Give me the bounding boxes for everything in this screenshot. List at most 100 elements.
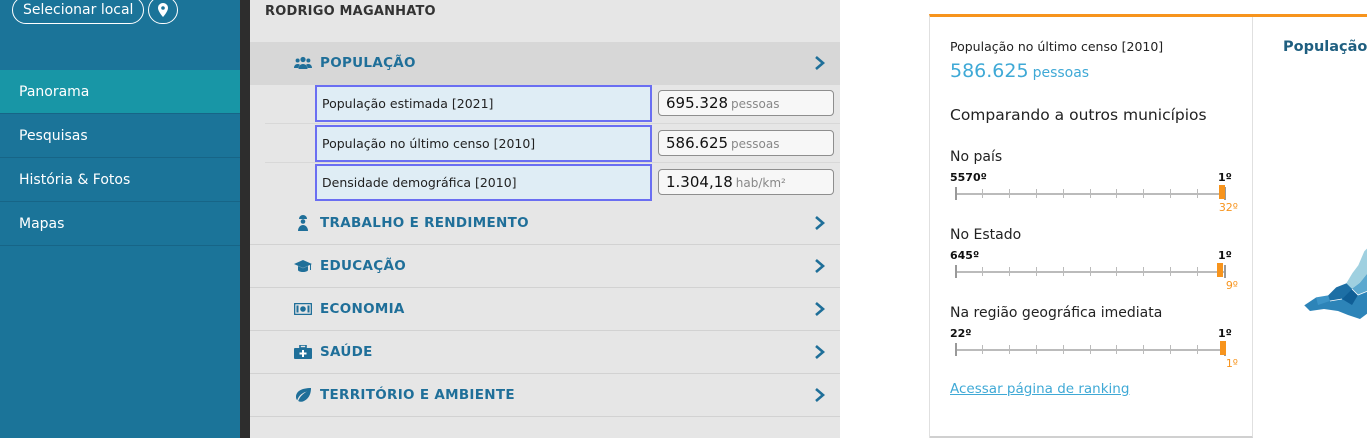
scale-tick — [1090, 189, 1091, 198]
ranking-min: 22º — [950, 327, 972, 340]
scale-tick — [955, 343, 957, 356]
scale-tick — [1063, 189, 1064, 198]
municipality-name: RODRIGO MAGANHATO — [265, 4, 436, 19]
scale-tick — [955, 187, 957, 200]
section-label: TERRITÓRIO E AMBIENTE — [320, 387, 515, 403]
nav-item-pesquisas[interactable]: Pesquisas — [0, 114, 240, 158]
indicator-unit: pessoas — [731, 137, 780, 151]
chevron-right-icon — [815, 302, 825, 316]
ranking-region: Na região geográfica imediata 22º 1º 1º — [950, 305, 1250, 375]
scale-tick — [982, 189, 983, 198]
indicator-value-field: 695.328 pessoas — [658, 90, 834, 116]
indicator-value: 1.304,18 — [666, 173, 733, 191]
population-row: População no último censo [2010] 586.625… — [265, 123, 840, 162]
ranking-max: 1º — [1218, 171, 1232, 184]
scale-tick — [1197, 267, 1198, 276]
indicator-unit: hab/km² — [735, 176, 786, 190]
ranking-position: 32º — [1218, 201, 1238, 214]
scale-tick — [955, 265, 957, 278]
section-educacao[interactable]: EDUCAÇÃO — [250, 245, 840, 288]
scale-tick — [1170, 345, 1171, 354]
ranking-marker — [1220, 341, 1226, 355]
indicator-value-field: 586.625 pessoas — [658, 130, 834, 156]
scale-tick — [1009, 189, 1010, 198]
ranking-label: Na região geográfica imediata — [950, 305, 1163, 321]
scale-tick — [1116, 189, 1117, 198]
map-title: População — [1283, 39, 1367, 55]
section-populacao[interactable]: POPULAÇÃO — [250, 42, 840, 85]
ranking-scale — [955, 341, 1226, 356]
ranking-marker — [1219, 185, 1225, 199]
ranking-position: 1º — [1225, 357, 1238, 370]
ranking-position: 9º — [1225, 279, 1238, 292]
ranking-panel: População no último censo [2010] 586.625… — [930, 17, 1253, 438]
indicator-label[interactable]: População estimada [2021] — [315, 85, 652, 122]
section-territorio-ambiente[interactable]: TERRITÓRIO E AMBIENTE — [250, 374, 840, 417]
indicator-label[interactable]: População no último censo [2010] — [315, 125, 652, 162]
ranking-label: No Estado — [950, 227, 1022, 243]
population-row: Densidade demográfica [2010] 1.304,18 hab… — [265, 162, 840, 201]
indicator-unit: pessoas — [731, 97, 780, 111]
leaf-icon — [294, 386, 312, 404]
ranking-label: No país — [950, 149, 1003, 165]
section-label: EDUCAÇÃO — [320, 258, 406, 274]
chevron-right-icon — [815, 259, 825, 273]
section-economia[interactable]: ECONOMIA — [250, 288, 840, 331]
indicator-value: 586.625 — [666, 134, 729, 152]
sidebar: Selecionar local Panorama Pesquisas Hist… — [0, 0, 240, 438]
indicator-value: 695.328 — [666, 94, 729, 112]
scale-tick — [1090, 267, 1091, 276]
scale-tick — [1116, 267, 1117, 276]
divider — [240, 0, 250, 438]
section-label: POPULAÇÃO — [320, 55, 416, 71]
compare-heading: Comparando a outros municípios — [950, 106, 1207, 124]
ranking-page-link[interactable]: Acessar página de ranking — [950, 381, 1129, 397]
indicator-value-field: 1.304,18 hab/km² — [658, 169, 834, 195]
indicator-card: População no último censo [2010] 586.625… — [929, 14, 1367, 438]
scale-tick — [1143, 267, 1144, 276]
nav-item-mapas[interactable]: Mapas — [0, 202, 240, 246]
scale-tick — [1116, 345, 1117, 354]
scale-tick — [1197, 345, 1198, 354]
select-location-button[interactable]: Selecionar local — [12, 0, 145, 24]
indicator-label[interactable]: Densidade demográfica [2010] — [315, 164, 652, 201]
page: Selecionar local Panorama Pesquisas Hist… — [0, 0, 1367, 438]
indicators-panel: RODRIGO MAGANHATO POPULAÇÃO População es… — [250, 0, 840, 438]
chevron-right-icon — [815, 345, 825, 359]
scale-tick — [982, 267, 983, 276]
municipality-map[interactable] — [1302, 243, 1367, 323]
card-unit: pessoas — [1032, 65, 1090, 81]
worker-icon — [294, 214, 312, 232]
scale-tick — [1036, 345, 1037, 354]
chevron-right-icon — [815, 56, 825, 70]
section-label: SAÚDE — [320, 344, 373, 360]
scale-tick — [1063, 267, 1064, 276]
scale-tick — [1170, 267, 1171, 276]
section-label: TRABALHO E RENDIMENTO — [320, 215, 529, 231]
scale-tick — [1197, 189, 1198, 198]
map-pin-button[interactable] — [148, 0, 179, 24]
scale-tick — [1036, 267, 1037, 276]
people-icon — [294, 54, 312, 72]
scale-tick — [1009, 267, 1010, 276]
section-saude[interactable]: SAÚDE — [250, 331, 840, 374]
card-value-row: 586.625 pessoas — [950, 60, 1089, 82]
nav-item-panorama[interactable]: Panorama — [0, 70, 240, 114]
medical-kit-icon — [294, 343, 312, 361]
section-trabalho-rendimento[interactable]: TRABALHO E RENDIMENTO — [250, 202, 840, 245]
ranking-scale — [955, 185, 1226, 200]
ranking-marker — [1217, 263, 1223, 277]
chevron-right-icon — [815, 216, 825, 230]
nav-item-historia-fotos[interactable]: História & Fotos — [0, 158, 240, 202]
scale-tick — [982, 345, 983, 354]
population-row: População estimada [2021] 695.328 pessoas — [265, 84, 840, 123]
sidebar-nav: Panorama Pesquisas História & Fotos Mapa… — [0, 70, 240, 246]
ranking-scale — [955, 263, 1226, 278]
scale-tick — [1036, 189, 1037, 198]
scale-tick — [1009, 345, 1010, 354]
scale-tick — [1224, 265, 1226, 278]
card-value: 586.625 — [950, 60, 1029, 82]
ranking-country: No país 5570º 1º 32º — [950, 149, 1250, 219]
scale-tick — [1090, 345, 1091, 354]
money-icon — [294, 300, 312, 318]
